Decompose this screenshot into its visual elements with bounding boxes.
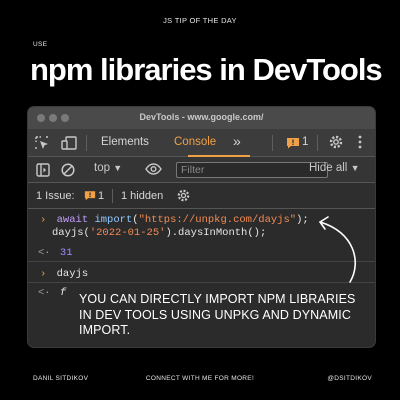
hand-drawn-arrow-icon <box>319 216 357 283</box>
tip-description: YOU CAN DIRECTLY IMPORT NPM LIBRARIES IN… <box>79 292 356 337</box>
footer-handle: @DSITDIKOV <box>327 375 372 382</box>
